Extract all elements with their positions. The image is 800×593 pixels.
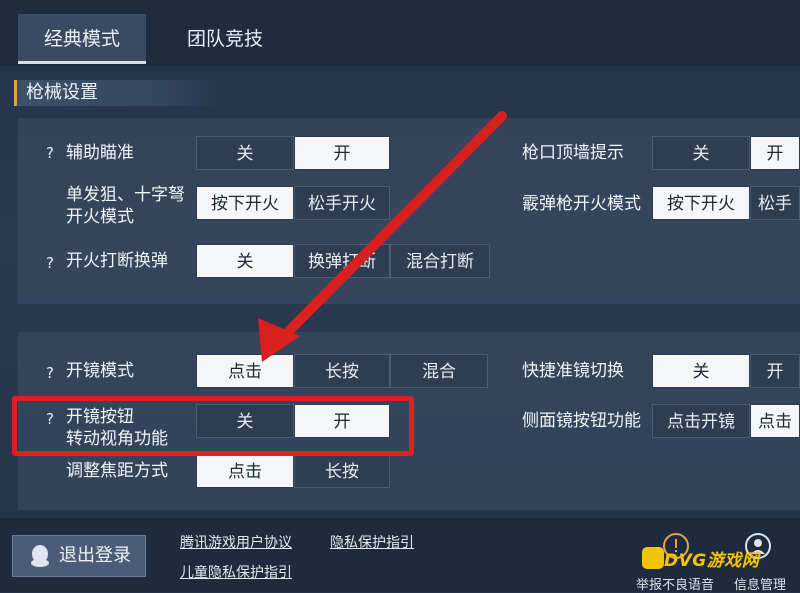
help-icon[interactable]: ? xyxy=(46,254,54,272)
sniper-fire-toggle: 按下开火 松手开火 xyxy=(196,186,390,220)
quick-scope-toggle: 关 开 xyxy=(652,354,800,388)
tab-team-deathmatch[interactable]: 团队竞技 xyxy=(160,14,290,64)
side-scope-label: 侧面镜按钮功能 xyxy=(522,411,641,431)
focus-adjust-toggle: 点击 长按 xyxy=(196,454,390,488)
side-scope-tap-option[interactable]: 点击 xyxy=(750,404,800,438)
side-scope-tap-open-option[interactable]: 点击开镜 xyxy=(652,404,750,438)
sniper-press-fire-option[interactable]: 按下开火 xyxy=(196,186,294,220)
quick-scope-off-option[interactable]: 关 xyxy=(652,354,750,388)
fire-interrupt-label: 开火打断换弹 xyxy=(66,251,168,271)
scope-mode-toggle: 点击 长按 混合 xyxy=(196,354,488,388)
report-voice-link[interactable]: 举报不良语音 xyxy=(636,574,714,593)
muzzle-wall-toggle: 关 开 xyxy=(652,136,800,170)
penguin-icon xyxy=(31,545,49,567)
shotgun-fire-toggle: 按下开火 松手开火 xyxy=(652,186,800,220)
section-accent-bar xyxy=(14,80,17,106)
aim-assist-label: 辅助瞄准 xyxy=(66,143,134,163)
quick-scope-on-option[interactable]: 开 xyxy=(750,354,800,388)
fire-interrupt-mixed-option[interactable]: 混合打断 xyxy=(390,244,490,278)
aim-assist-toggle: 关 开 xyxy=(196,136,390,170)
info-manage-link[interactable]: 信息管理 xyxy=(734,574,786,593)
scope-hold-option[interactable]: 长按 xyxy=(294,354,390,388)
quick-scope-label: 快捷准镜切换 xyxy=(522,361,624,381)
fire-interrupt-reload-option[interactable]: 换弹打断 xyxy=(294,244,390,278)
watermark-text: DVG游戏网 xyxy=(664,551,760,571)
section-title: 枪械设置 xyxy=(26,82,98,103)
highlight-box xyxy=(12,396,414,456)
shotgun-press-fire-option[interactable]: 按下开火 xyxy=(652,186,750,220)
help-icon[interactable]: ? xyxy=(46,144,54,162)
muzzle-wall-on-option[interactable]: 开 xyxy=(750,136,800,170)
tab-classic-mode[interactable]: 经典模式 xyxy=(18,14,146,64)
aim-assist-off-option[interactable]: 关 xyxy=(196,136,294,170)
muzzle-wall-label: 枪口顶墙提示 xyxy=(522,143,624,163)
focus-tap-option[interactable]: 点击 xyxy=(196,454,294,488)
focus-hold-option[interactable]: 长按 xyxy=(294,454,390,488)
aim-assist-on-option[interactable]: 开 xyxy=(294,136,390,170)
child-privacy-link[interactable]: 儿童隐私保护指引 xyxy=(180,562,292,582)
scope-tap-option[interactable]: 点击 xyxy=(196,354,294,388)
shotgun-fire-label: 霰弹枪开火模式 xyxy=(522,194,641,214)
scope-mode-label: 开镜模式 xyxy=(66,361,134,381)
shotgun-release-fire-option[interactable]: 松手开火 xyxy=(750,186,800,220)
user-agreement-link[interactable]: 腾讯游戏用户协议 xyxy=(180,532,292,552)
sniper-fire-label-line1: 单发狙、十字弩 xyxy=(66,185,185,205)
logout-button[interactable]: 退出登录 xyxy=(12,535,146,577)
watermark-logo-icon xyxy=(642,547,664,569)
scope-mixed-option[interactable]: 混合 xyxy=(390,354,488,388)
sniper-release-fire-option[interactable]: 松手开火 xyxy=(294,186,390,220)
focus-adjust-label: 调整焦距方式 xyxy=(66,461,168,481)
fire-interrupt-off-option[interactable]: 关 xyxy=(196,244,294,278)
fire-interrupt-toggle: 关 换弹打断 混合打断 xyxy=(196,244,490,278)
help-icon[interactable]: ? xyxy=(46,364,54,382)
side-scope-toggle: 点击开镜 点击 xyxy=(652,404,800,438)
muzzle-wall-off-option[interactable]: 关 xyxy=(652,136,750,170)
sniper-fire-label-line2: 开火模式 xyxy=(66,207,134,227)
logout-label: 退出登录 xyxy=(59,545,131,566)
section-header: 枪械设置 xyxy=(14,80,224,106)
privacy-guide-link[interactable]: 隐私保护指引 xyxy=(330,532,414,552)
